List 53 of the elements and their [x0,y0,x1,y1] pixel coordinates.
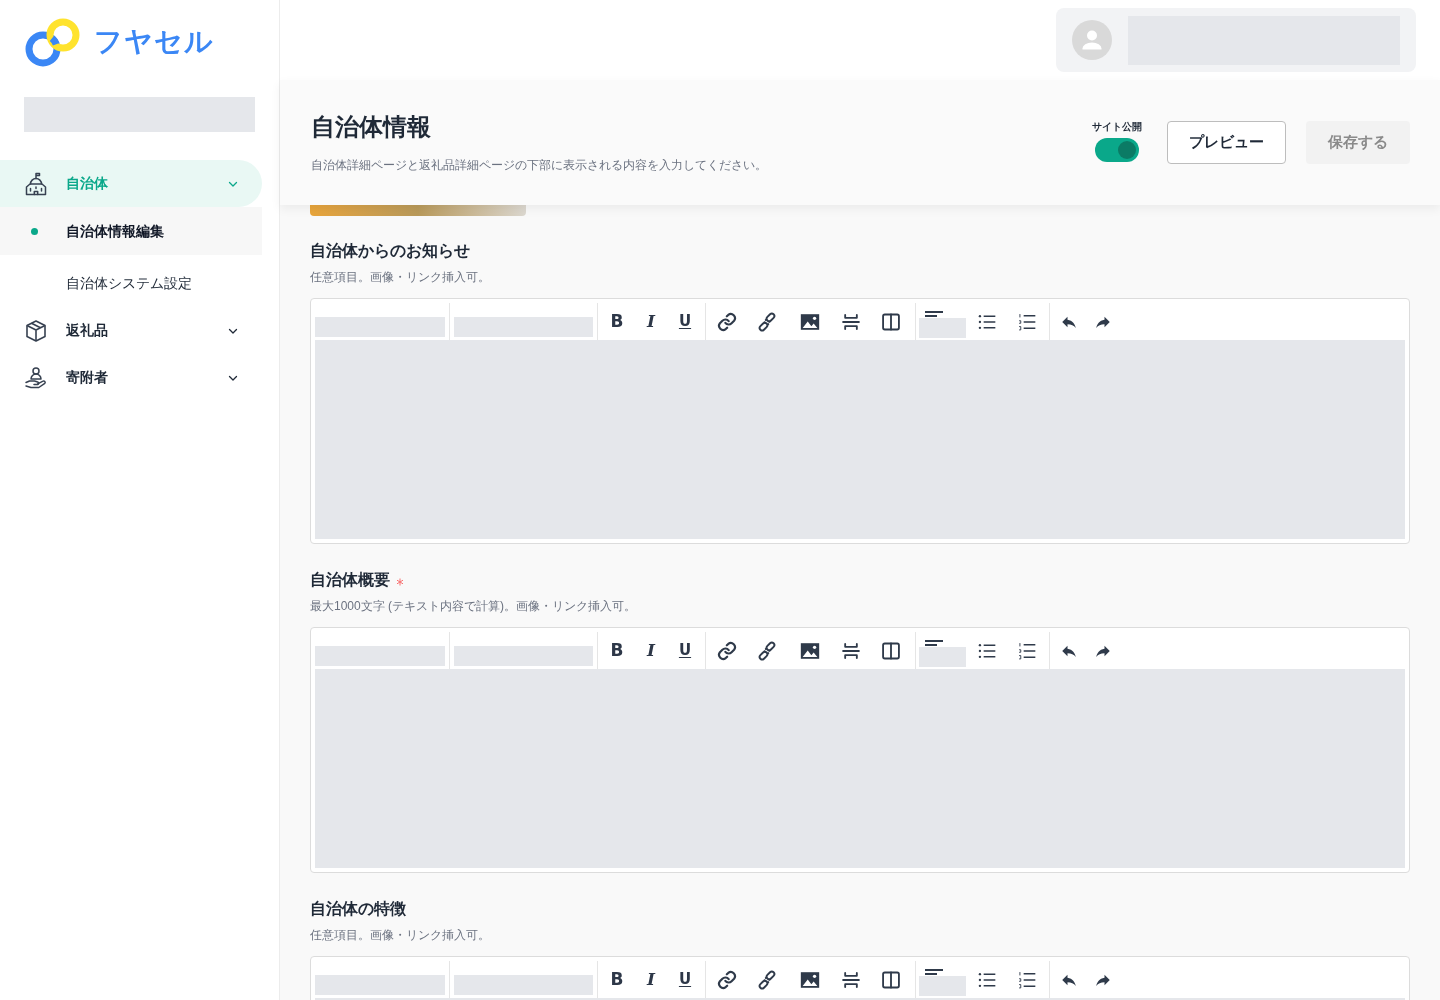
link-icon[interactable] [717,969,737,990]
numbered-list-icon[interactable] [1017,640,1037,661]
page-description: 自治体詳細ページと返礼品詳細ページの下部に表示される内容を入力してください。 [311,157,767,174]
columns-icon[interactable] [881,311,901,332]
logo-icon [24,17,82,67]
underline-button[interactable]: U [674,638,696,663]
redacted-block [919,647,966,667]
nav-subitem[interactable]: 自治体システム設定 [0,259,262,307]
logo-text: フヤセル [94,25,214,59]
underline-button[interactable]: U [674,967,696,992]
publish-toggle[interactable] [1095,138,1139,162]
italic-button[interactable]: I [640,309,662,334]
align-left-icon[interactable] [925,640,945,646]
avatar-icon [1072,20,1112,60]
horizontal-rule-icon[interactable] [841,969,861,990]
preview-button[interactable]: プレビュー [1167,121,1286,164]
link-icon[interactable] [717,640,737,661]
italic-button[interactable]: I [640,638,662,663]
nav-item[interactable]: 寄附者 [0,354,262,401]
bold-button[interactable]: B [606,638,628,663]
bold-button[interactable]: B [606,967,628,992]
broken-link-icon[interactable] [757,640,777,661]
hint-text: 任意項目。画像・リンク挿入可。 [310,269,491,286]
columns-icon[interactable] [881,969,901,990]
link-icon[interactable] [717,311,737,332]
text-area-field[interactable] [315,669,1405,868]
box-icon [24,318,48,343]
broken-link-icon[interactable] [757,311,777,332]
italic-button[interactable]: I [640,967,662,992]
hint-text: 任意項目。画像・リンク挿入可。 [310,927,491,944]
toggle-label: サイト公開 [1092,121,1142,133]
horizontal-rule-icon[interactable] [841,311,861,332]
building-icon [24,171,48,196]
text-area-field[interactable] [315,340,1405,539]
numbered-list-icon[interactable] [1017,969,1037,990]
numbered-list-icon[interactable] [1017,311,1037,332]
underline-button[interactable]: U [674,309,696,334]
section-title: 自治体の特徴 [310,899,406,919]
section-title: 自治体からのお知らせ [310,241,470,261]
redacted-block [919,976,966,996]
horizontal-rule-icon[interactable] [841,640,861,661]
broken-link-icon[interactable] [757,969,777,990]
hint-text: 最大1000文字 (テキスト内容で計算)。画像・リンク挿入可。 [310,598,638,615]
align-left-icon[interactable] [925,311,945,317]
nav-item[interactable]: 返礼品 [0,307,262,354]
bold-button[interactable]: B [606,309,628,334]
person-hand-icon [24,365,48,390]
nav-subitem[interactable]: 自治体情報編集 [0,207,262,255]
page-title: 自治体情報 [311,112,432,142]
section-title: 自治体概要 [310,570,390,590]
redacted-block [919,318,966,338]
columns-icon[interactable] [881,640,901,661]
align-left-icon[interactable] [925,969,945,975]
